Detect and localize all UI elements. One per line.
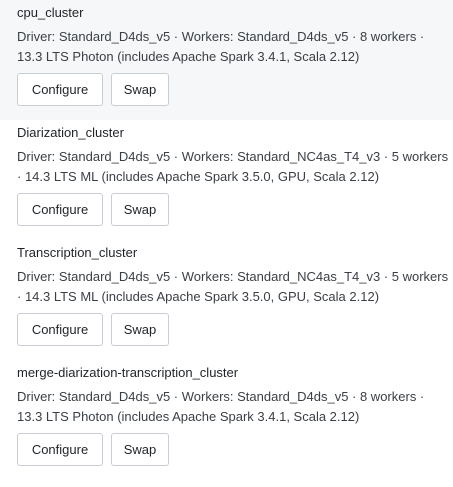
cluster-description: Driver: Standard_D4ds_v5 · Workers: Stan… <box>17 149 449 184</box>
cluster-description: Driver: Standard_D4ds_v5 · Workers: Stan… <box>17 29 425 64</box>
cluster-item-merge: merge-diarization-transcription_cluster … <box>0 360 453 480</box>
cluster-description: Driver: Standard_D4ds_v5 · Workers: Stan… <box>17 389 425 424</box>
swap-button[interactable]: Swap <box>111 73 169 106</box>
cluster-name: merge-diarization-transcription_cluster <box>17 365 239 380</box>
swap-button[interactable]: Swap <box>111 193 169 226</box>
cluster-description: Driver: Standard_D4ds_v5 · Workers: Stan… <box>17 269 449 304</box>
configure-button[interactable]: Configure <box>17 433 103 466</box>
cluster-name: cpu_cluster <box>17 5 84 20</box>
cluster-name: Diarization_cluster <box>17 125 124 140</box>
swap-button[interactable]: Swap <box>111 313 169 346</box>
cluster-item-cpu: cpu_cluster Driver: Standard_D4ds_v5 · W… <box>0 0 453 120</box>
configure-button[interactable]: Configure <box>17 193 103 226</box>
cluster-item-transcription: Transcription_cluster Driver: Standard_D… <box>0 240 453 360</box>
swap-button[interactable]: Swap <box>111 433 169 466</box>
configure-button[interactable]: Configure <box>17 73 103 106</box>
configure-button[interactable]: Configure <box>17 313 103 346</box>
cluster-name: Transcription_cluster <box>17 245 138 260</box>
cluster-item-diarization: Diarization_cluster Driver: Standard_D4d… <box>0 120 453 240</box>
cluster-list: cpu_cluster Driver: Standard_D4ds_v5 · W… <box>0 0 453 480</box>
